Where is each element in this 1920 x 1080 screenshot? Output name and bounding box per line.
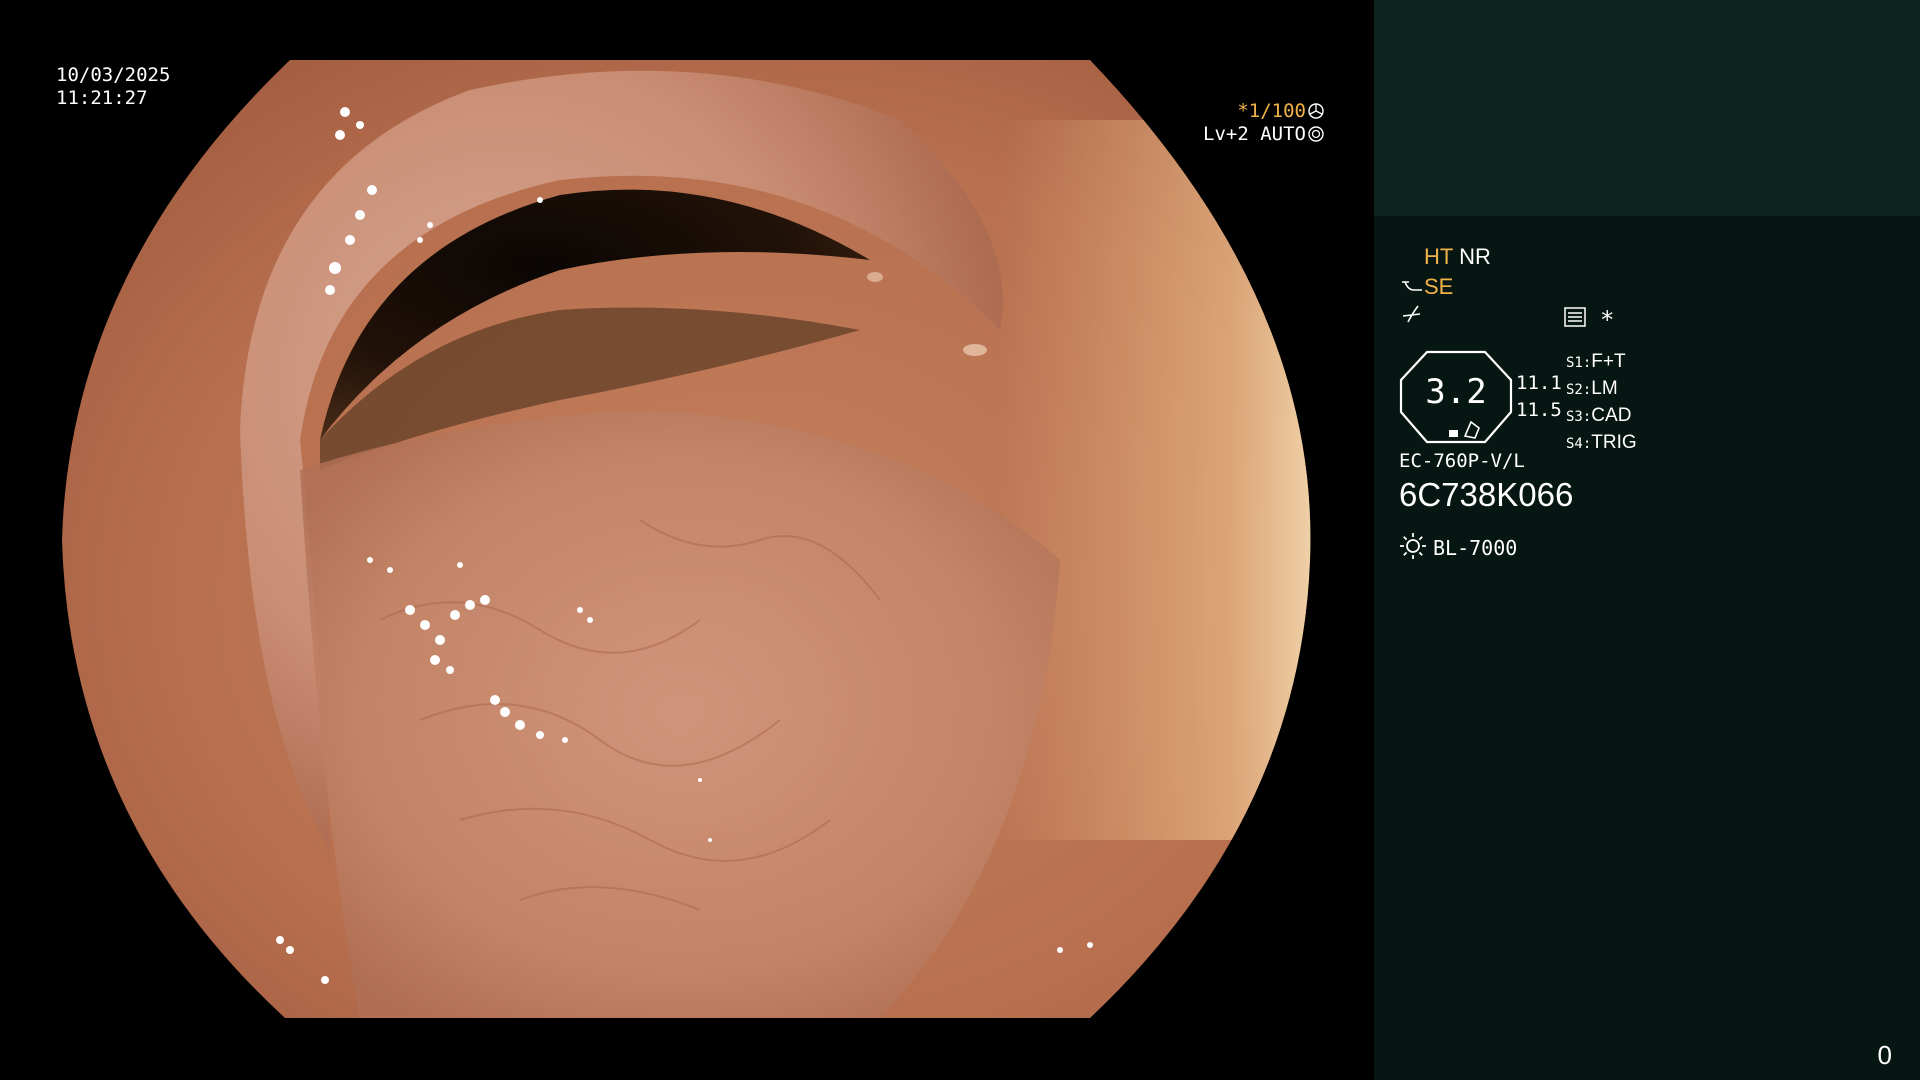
scope-switch-list: S1:F+T S2:LM S3:CAD S4:TRIG xyxy=(1566,349,1637,457)
switch-value: F+T xyxy=(1591,351,1626,372)
info-panel: HT NR SE * 3.2 11.1 11.5 S1:F+T S2:LM S3… xyxy=(1374,0,1920,1080)
brightness-level-text: Lv+2 AUTO xyxy=(1203,123,1306,145)
memo-indicator xyxy=(1564,307,1586,331)
exposure-info: *1/100 Lv+2 AUTO xyxy=(1203,100,1324,146)
switch-value: TRIG xyxy=(1591,432,1637,453)
switch-value: CAD xyxy=(1591,405,1632,426)
asterisk-indicator: * xyxy=(1600,306,1615,334)
tone-line xyxy=(1400,304,1424,330)
switch-value: LM xyxy=(1591,378,1618,399)
nr-mode-label: NR xyxy=(1459,244,1491,269)
aperture-icon xyxy=(1308,103,1324,119)
processing-mode-line: HT NR xyxy=(1424,244,1491,270)
iris-icon xyxy=(1308,126,1324,142)
scope-serial-number: 6C738K066 xyxy=(1399,476,1574,513)
light-source-info: BL-7000 xyxy=(1399,532,1517,560)
switch-key: S2: xyxy=(1566,382,1592,398)
time-text: 11:21:27 xyxy=(56,87,148,109)
zoom-value: 3.2 xyxy=(1425,372,1487,412)
endoscopic-image xyxy=(62,60,1311,1018)
scope-switch-item: S3:CAD xyxy=(1566,403,1637,430)
scope-model: EC-760P-V/L xyxy=(1399,450,1525,472)
readout-value-1: 11.1 xyxy=(1516,372,1562,394)
shutter-speed-text: *1/100 xyxy=(1237,100,1306,122)
date-text: 10/03/2025 xyxy=(56,64,171,86)
se-mode-label: SE xyxy=(1424,274,1454,299)
image-counter: 0 xyxy=(1877,1040,1892,1070)
endoscopy-monitor: 10/03/2025 11:21:27 *1/100 Lv+2 AUTO HT xyxy=(0,0,1920,1080)
switch-key: S3: xyxy=(1566,409,1592,425)
switch-key: S4: xyxy=(1566,436,1592,452)
ht-mode-label: HT xyxy=(1424,244,1453,269)
endoscope-live-view: 10/03/2025 11:21:27 *1/100 Lv+2 AUTO xyxy=(0,0,1374,1080)
structure-enhance-line: SE xyxy=(1400,274,1453,300)
sun-icon xyxy=(1400,533,1426,559)
light-source-model: BL-7000 xyxy=(1433,536,1518,560)
scope-switch-item: S4:TRIG xyxy=(1566,430,1637,457)
memo-icon xyxy=(1564,307,1586,327)
readout-value-2: 11.5 xyxy=(1516,399,1562,421)
patient-info-box xyxy=(1374,0,1920,216)
switch-key: S1: xyxy=(1566,355,1592,371)
scope-switch-item: S2:LM xyxy=(1566,376,1637,403)
scope-switch-item: S1:F+T xyxy=(1566,349,1637,376)
date-time-display: 10/03/2025 11:21:27 xyxy=(56,64,170,110)
tone-icon xyxy=(1402,305,1421,323)
structure-enhance-icon xyxy=(1402,281,1422,291)
